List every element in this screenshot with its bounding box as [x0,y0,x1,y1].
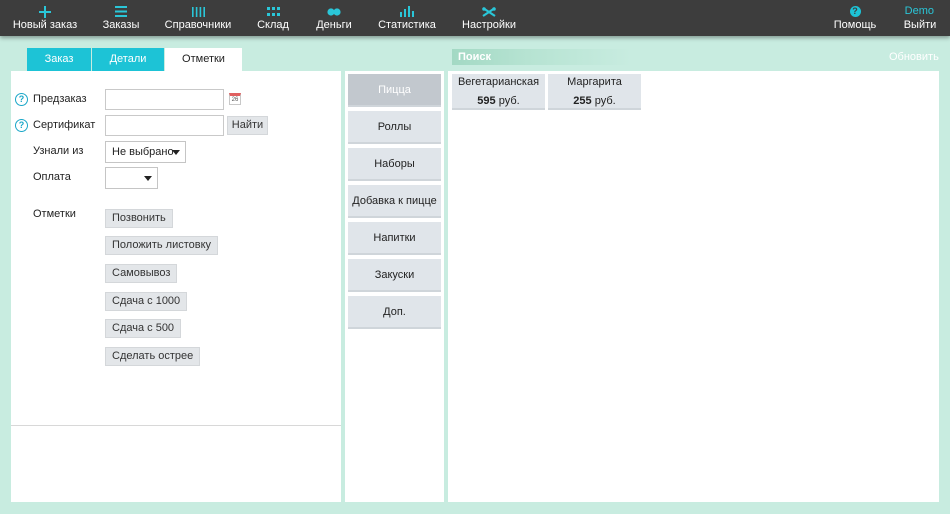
mark-button-change-500[interactable]: Сдача с 500 [105,319,182,338]
certificate-label: Сертификат [33,119,96,131]
nav-warehouse[interactable]: Склад [252,0,294,36]
source-select[interactable]: Не выбрано [105,141,186,163]
nav-label: Новый заказ [12,19,78,31]
product-price-value: 595 [477,95,496,107]
coins-icon [312,6,356,17]
list-icon [96,6,146,17]
top-navigation-bar: Новый заказ Заказы Справочники Склад Ден… [0,0,950,36]
category-drinks[interactable]: Напитки [348,222,441,255]
refresh-link[interactable]: Обновить [889,51,939,63]
tools-icon [460,6,518,17]
nav-new-order[interactable]: Новый заказ [8,0,82,36]
chevron-down-icon [172,150,180,155]
product-card[interactable]: Вегетарианская 595 руб. [452,74,545,110]
category-panel: Пицца Роллы Наборы Добавка к пицце Напит… [345,71,444,502]
tab-order[interactable]: Заказ [27,48,91,71]
tab-details[interactable]: Детали [92,48,164,71]
nav-label: Заказы [102,19,140,31]
find-certificate-button[interactable]: Найти [227,116,268,135]
nav-money[interactable]: Деньги [312,0,356,36]
mark-button-change-1000[interactable]: Сдача с 1000 [105,292,188,311]
calendar-day: 26 [231,97,239,103]
source-select-value: Не выбрано [112,146,174,158]
help-icon: ? [832,6,878,17]
nav-label: Статистика [378,19,436,31]
calendar-icon[interactable]: 26 [229,93,241,105]
products-panel [448,71,939,502]
nav-label: Настройки [462,19,516,31]
bar-chart-icon [374,6,440,17]
mark-button-pickup[interactable]: Самовывоз [105,264,178,283]
divider [11,425,341,426]
category-pizza-addons[interactable]: Добавка к пицце [348,185,441,218]
product-currency: руб. [498,95,520,107]
help-icon[interactable]: ? [15,93,28,106]
product-price: 595 руб. [452,95,545,107]
nav-label: Выйти [903,19,937,31]
product-name: Вегетарианская [457,76,540,88]
tab-marks[interactable]: Отметки [165,48,242,71]
mark-button-call[interactable]: Позвонить [105,209,173,228]
product-price-value: 255 [573,95,592,107]
plus-icon [8,5,82,18]
search-input[interactable]: Поиск [452,49,752,65]
payment-label: Оплата [33,171,71,183]
book-icon [164,6,232,17]
chevron-down-icon [144,176,152,181]
product-price: 255 руб. [548,95,641,107]
nav-settings[interactable]: Настройки [460,0,518,36]
category-rolls[interactable]: Роллы [348,111,441,144]
category-extra[interactable]: Доп. [348,296,441,329]
nav-references[interactable]: Справочники [164,0,232,36]
mark-button-spicier[interactable]: Сделать острее [105,347,201,366]
preorder-label: Предзаказ [33,93,87,105]
product-currency: руб. [594,95,616,107]
nav-orders[interactable]: Заказы [96,0,146,36]
source-label: Узнали из [33,145,84,157]
nav-help[interactable]: ? Помощь [832,0,878,36]
order-marks-panel: ? Предзаказ 26 ? Сертификат Найти Узнали… [11,71,341,502]
nav-logout[interactable]: Выйти [900,0,940,36]
certificate-field[interactable] [105,115,224,136]
preorder-field[interactable] [105,89,224,110]
nav-label: Помощь [833,19,877,31]
marks-label: Отметки [33,208,76,220]
category-snacks[interactable]: Закуски [348,259,441,292]
mark-button-leaflet[interactable]: Положить листовку [105,236,219,255]
nav-label: Склад [257,19,289,31]
nav-statistics[interactable]: Статистика [374,0,440,36]
category-sets[interactable]: Наборы [348,148,441,181]
category-pizza[interactable]: Пицца [348,74,441,107]
payment-select[interactable] [105,167,158,189]
nav-label: Справочники [164,19,232,31]
nav-label: Деньги [316,19,352,31]
grid-icon [252,6,294,17]
help-icon[interactable]: ? [15,119,28,132]
product-card[interactable]: Маргарита 255 руб. [548,74,641,110]
product-name: Маргарита [567,76,622,88]
